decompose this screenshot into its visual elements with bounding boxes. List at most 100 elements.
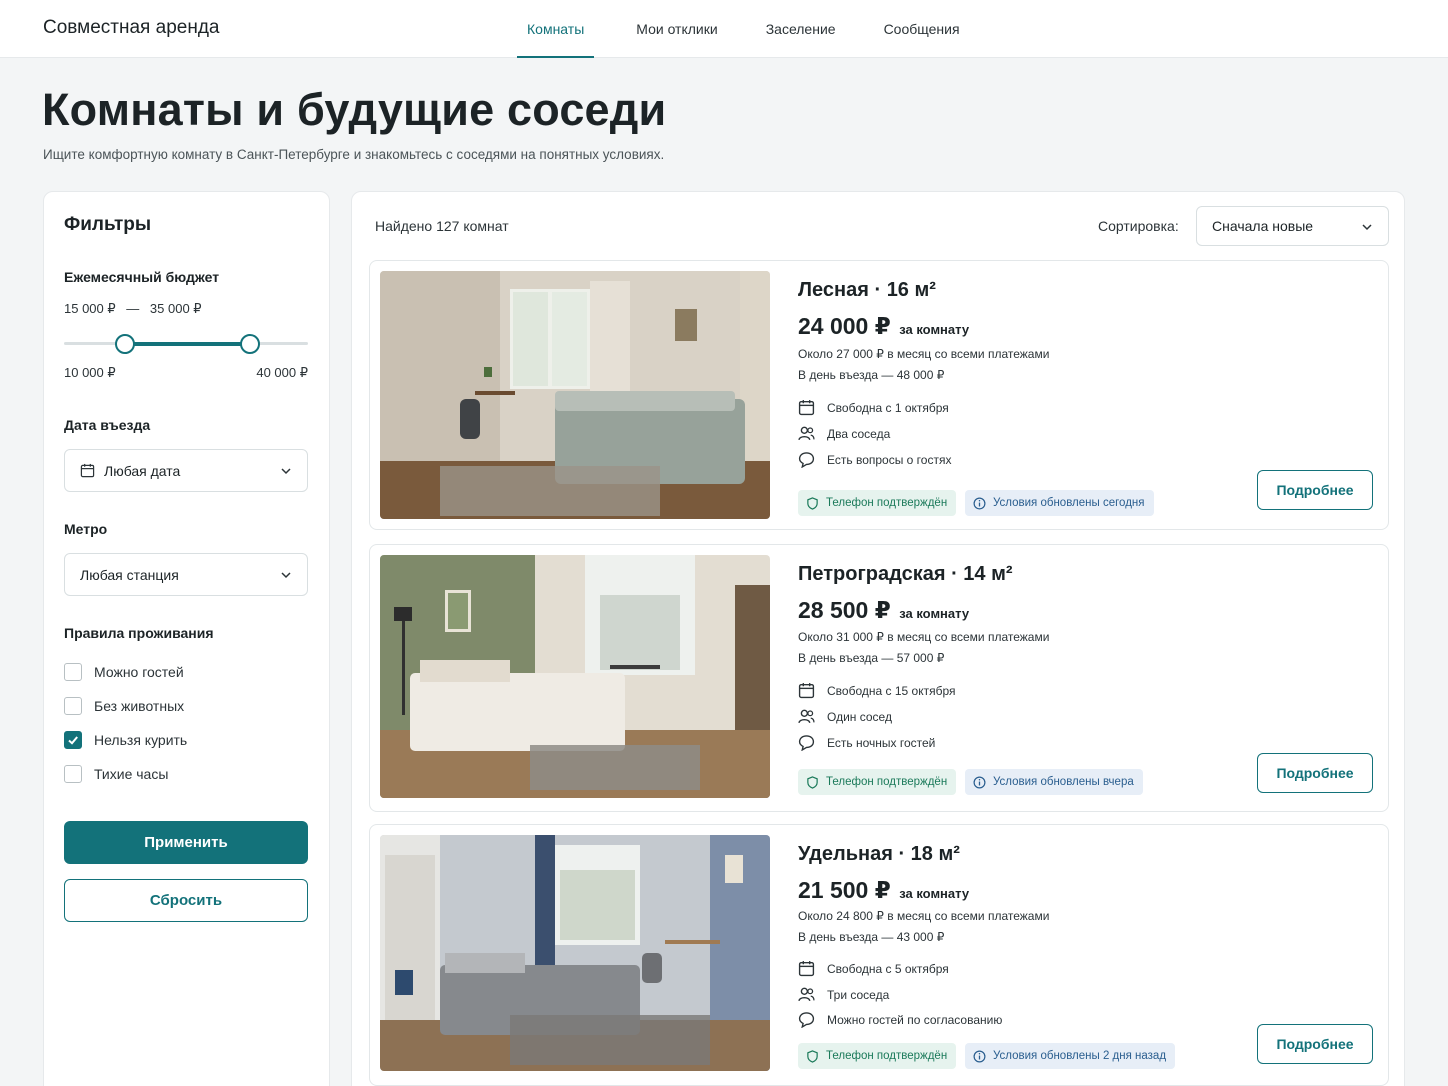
budget-range-text: 15 000 ₽ — 35 000 ₽ bbox=[64, 301, 202, 317]
listing-guests: Есть ночных гостей bbox=[798, 734, 935, 751]
chevron-down-icon bbox=[1362, 224, 1372, 231]
chat-bubble-icon bbox=[798, 1012, 815, 1028]
apply-button[interactable]: Применить bbox=[64, 821, 308, 864]
filters-panel: Фильтры Ежемесячный бюджет 15 000 ₽ — 35… bbox=[43, 191, 330, 1086]
info-icon bbox=[973, 497, 986, 509]
tab-rooms[interactable]: Комнаты bbox=[517, 0, 595, 58]
listing-metro: Удельная bbox=[798, 843, 893, 865]
budget-max-label: 40 000 ₽ bbox=[256, 365, 308, 380]
listing-price-value: 21 500 ₽ bbox=[798, 877, 891, 903]
listing-card[interactable]: Лесная · 16 м² 24 000 ₽ за комнату Около… bbox=[369, 260, 1389, 530]
listing-dot: · bbox=[874, 279, 882, 301]
rule-checkbox[interactable] bbox=[64, 731, 82, 749]
listing-photo[interactable] bbox=[380, 835, 770, 1071]
listing-area: 14 м² bbox=[963, 563, 1013, 585]
listing-price-value: 28 500 ₽ bbox=[798, 597, 891, 623]
listing-available: Свободна с 5 октября bbox=[798, 960, 949, 977]
updated-badge: Условия обновлены вчера bbox=[965, 769, 1143, 795]
listing-guests-text: Есть вопросы о гостях bbox=[827, 452, 952, 467]
listing-move-in-cost: В день въезда — 43 000 ₽ bbox=[798, 930, 945, 944]
rule-checkbox[interactable] bbox=[64, 765, 82, 783]
listing-photo[interactable] bbox=[380, 555, 770, 798]
budget-min-label: 10 000 ₽ bbox=[64, 365, 116, 380]
listing-price-unit: за комнату bbox=[899, 606, 970, 621]
rules-label: Правила проживания bbox=[64, 625, 214, 641]
metro-label: Метро bbox=[64, 521, 108, 537]
listing-card[interactable]: Петроградская · 14 м² 28 500 ₽ за комнат… bbox=[369, 544, 1389, 812]
budget-slider-min-handle[interactable] bbox=[115, 334, 135, 354]
listing-title[interactable]: Петроградская · 14 м² bbox=[798, 563, 1013, 586]
tab-messages[interactable]: Сообщения bbox=[884, 0, 960, 58]
details-button[interactable]: Подробнее bbox=[1257, 1024, 1373, 1064]
listing-neighbors: Один сосед bbox=[798, 708, 892, 725]
move-in-label: Дата въезда bbox=[64, 417, 151, 433]
listing-guests: Можно гостей по согласованию bbox=[798, 1011, 1002, 1028]
app-title[interactable]: Совместная аренда bbox=[43, 17, 219, 39]
listing-move-in-cost: В день въезда — 48 000 ₽ bbox=[798, 368, 945, 382]
main-nav: Комнаты Мои отклики Заселение Сообщения bbox=[517, 0, 1008, 58]
listing-guests-text: Есть ночных гостей bbox=[827, 735, 936, 750]
calendar-icon bbox=[80, 463, 95, 478]
updated-badge: Условия обновлены сегодня bbox=[965, 490, 1154, 516]
sort-select[interactable]: Сначала новые bbox=[1196, 206, 1389, 246]
listing-price-unit: за комнату bbox=[899, 886, 970, 901]
listing-neighbors-text: Один сосед bbox=[827, 709, 892, 724]
metro-select[interactable]: Любая станция bbox=[64, 553, 308, 596]
listing-dot: · bbox=[951, 563, 958, 585]
listing-guests-text: Можно гостей по согласованию bbox=[827, 1012, 1003, 1027]
listing-price: 21 500 ₽ за комнату bbox=[798, 877, 969, 904]
budget-label: Ежемесячный бюджет bbox=[64, 269, 220, 285]
calendar-icon bbox=[798, 400, 815, 416]
listing-area: 16 м² bbox=[886, 279, 936, 301]
rule-guests-allowed[interactable]: Можно гостей bbox=[64, 663, 184, 681]
rule-label: Нельзя курить bbox=[94, 732, 188, 748]
rule-no-smoking[interactable]: Нельзя курить bbox=[64, 731, 187, 749]
details-button[interactable]: Подробнее bbox=[1257, 470, 1373, 510]
rule-quiet-hours[interactable]: Тихие часы bbox=[64, 765, 168, 783]
chevron-down-icon bbox=[281, 572, 291, 579]
listing-price-unit: за комнату bbox=[899, 322, 970, 337]
rule-label: Тихие часы bbox=[94, 766, 169, 782]
check-icon bbox=[68, 736, 78, 745]
listing-neighbors: Два соседа bbox=[798, 425, 890, 442]
people-icon bbox=[798, 987, 815, 1002]
listing-card[interactable]: Удельная · 18 м² 21 500 ₽ за комнату Око… bbox=[369, 824, 1389, 1086]
page-title: Комнаты и будущие соседи bbox=[42, 84, 667, 135]
listing-dot: · bbox=[898, 843, 906, 865]
listing-total: Около 31 000 ₽ в месяц со всеми платежам… bbox=[798, 630, 1050, 644]
budget-slider-fill bbox=[125, 342, 250, 346]
shield-icon bbox=[807, 775, 818, 789]
chevron-down-icon bbox=[281, 468, 291, 475]
listing-neighbors-text: Два соседа bbox=[827, 426, 891, 441]
listing-neighbors: Три соседа bbox=[798, 986, 889, 1003]
people-icon bbox=[798, 709, 815, 724]
move-in-date-value: Любая дата bbox=[104, 462, 181, 479]
people-icon bbox=[798, 426, 815, 441]
top-bar: Совместная аренда Комнаты Мои отклики За… bbox=[0, 0, 1448, 58]
listing-available-text: Свободна с 15 октября bbox=[827, 683, 956, 698]
info-icon bbox=[973, 1050, 986, 1062]
metro-value: Любая станция bbox=[80, 566, 179, 583]
tab-move-in[interactable]: Заселение bbox=[766, 0, 836, 58]
rule-label: Можно гостей bbox=[94, 664, 184, 680]
listing-move-in-cost: В день въезда — 57 000 ₽ bbox=[798, 651, 945, 665]
listing-photo[interactable] bbox=[380, 271, 770, 519]
calendar-icon bbox=[798, 961, 815, 977]
rule-checkbox[interactable] bbox=[64, 697, 82, 715]
budget-from: 15 000 ₽ bbox=[64, 301, 116, 316]
details-button[interactable]: Подробнее bbox=[1257, 753, 1373, 793]
rule-no-pets[interactable]: Без животных bbox=[64, 697, 184, 715]
reset-button[interactable]: Сбросить bbox=[64, 879, 308, 922]
tab-my-responses[interactable]: Мои отклики bbox=[636, 0, 717, 58]
chat-bubble-icon bbox=[798, 735, 815, 751]
budget-slider-max-handle[interactable] bbox=[240, 334, 260, 354]
budget-to: 35 000 ₽ bbox=[149, 301, 202, 316]
sort-label: Сортировка: bbox=[1098, 218, 1179, 234]
phone-verified-badge: Телефон подтверждён bbox=[798, 490, 957, 516]
filters-title: Фильтры bbox=[64, 214, 152, 235]
rule-checkbox[interactable] bbox=[64, 663, 82, 681]
listing-title[interactable]: Лесная · 16 м² bbox=[798, 279, 936, 302]
listing-price: 28 500 ₽ за комнату bbox=[798, 597, 969, 624]
move-in-date-select[interactable]: Любая дата bbox=[64, 449, 308, 492]
listing-title[interactable]: Удельная · 18 м² bbox=[798, 843, 960, 866]
